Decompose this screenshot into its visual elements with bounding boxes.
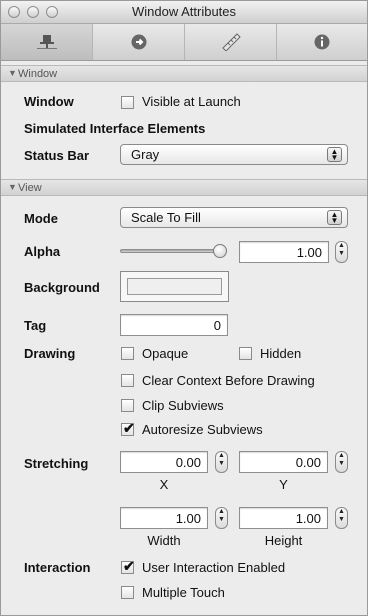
title-bar[interactable]: Window Attributes bbox=[1, 1, 367, 24]
stretch-width-caption: Width bbox=[147, 533, 181, 548]
tab-attributes[interactable] bbox=[1, 24, 93, 60]
stretch-width-stepper[interactable]: ▲ ▼ bbox=[215, 507, 228, 529]
opaque-label: Opaque bbox=[142, 346, 189, 361]
tag-field[interactable]: 0 bbox=[120, 314, 228, 336]
simulated-elements-heading: Simulated Interface Elements bbox=[24, 121, 206, 136]
disclosure-triangle-icon: ▼ bbox=[8, 68, 17, 78]
stretch-height-caption: Height bbox=[264, 533, 303, 548]
popup-arrows-icon: ▲ ▼ bbox=[327, 210, 342, 225]
stretch-width-value: 1.00 bbox=[175, 511, 201, 526]
autoresize-subviews-label: Autoresize Subviews bbox=[142, 422, 263, 437]
hidden-checkbox[interactable] bbox=[239, 347, 252, 360]
clear-context-checkbox[interactable] bbox=[121, 374, 134, 387]
background-color-well[interactable] bbox=[120, 271, 229, 302]
info-icon bbox=[314, 34, 330, 50]
popup-arrows-icon: ▲ ▼ bbox=[327, 147, 342, 162]
visible-at-launch-label: Visible at Launch bbox=[142, 94, 241, 109]
multiple-touch-checkbox[interactable] bbox=[121, 586, 134, 599]
user-interaction-label: User Interaction Enabled bbox=[142, 560, 286, 575]
alpha-slider-knob[interactable] bbox=[213, 244, 227, 258]
inspector-tabs bbox=[1, 24, 367, 61]
disclosure-triangle-icon: ▼ bbox=[8, 182, 17, 192]
stretch-x-caption: X bbox=[159, 477, 169, 492]
stretch-y-value: 0.00 bbox=[295, 455, 321, 470]
stretch-y-caption: Y bbox=[279, 477, 288, 492]
stretch-x-stepper[interactable]: ▲ ▼ bbox=[215, 451, 228, 473]
alpha-value: 1.00 bbox=[296, 245, 322, 260]
stretch-y-stepper[interactable]: ▲ ▼ bbox=[335, 451, 348, 473]
window-section-header[interactable]: ▼ Window bbox=[1, 65, 367, 82]
window-label: Window bbox=[24, 94, 74, 109]
background-label: Background bbox=[24, 280, 100, 295]
stretch-x-field[interactable]: 0.00 bbox=[120, 451, 208, 473]
alpha-field[interactable]: 1.00 bbox=[239, 241, 329, 263]
status-bar-popup[interactable]: Gray ▲ ▼ bbox=[120, 144, 348, 165]
drawing-label: Drawing bbox=[24, 346, 76, 361]
interaction-label: Interaction bbox=[24, 560, 91, 575]
alpha-stepper[interactable]: ▲ ▼ bbox=[335, 241, 348, 263]
status-bar-label: Status Bar bbox=[24, 148, 90, 163]
hidden-label: Hidden bbox=[260, 346, 302, 361]
inspector-window: Window Attributes ▼ Window Window Visibl… bbox=[0, 0, 368, 616]
autoresize-subviews-checkbox[interactable]: ✔ bbox=[121, 420, 135, 436]
user-interaction-checkbox[interactable]: ✔ bbox=[121, 558, 135, 574]
checkmark-icon: ✔ bbox=[123, 420, 135, 436]
status-bar-value: Gray bbox=[131, 147, 160, 162]
size-ruler-icon bbox=[221, 33, 241, 51]
stretch-height-value: 1.00 bbox=[295, 511, 321, 526]
multiple-touch-label: Multiple Touch bbox=[142, 585, 225, 600]
visible-at-launch-checkbox[interactable] bbox=[121, 96, 134, 109]
stretching-label: Stretching bbox=[24, 456, 89, 471]
checkmark-icon: ✔ bbox=[123, 558, 135, 574]
clip-subviews-checkbox[interactable] bbox=[121, 399, 134, 412]
section-title: View bbox=[18, 182, 42, 194]
tag-label: Tag bbox=[24, 318, 47, 333]
view-section-header[interactable]: ▼ View bbox=[1, 179, 367, 196]
mode-popup[interactable]: Scale To Fill ▲ ▼ bbox=[120, 207, 348, 228]
stretch-height-stepper[interactable]: ▲ ▼ bbox=[335, 507, 348, 529]
stretch-width-field[interactable]: 1.00 bbox=[120, 507, 208, 529]
window-title: Window Attributes bbox=[131, 4, 237, 19]
tab-identity[interactable] bbox=[277, 24, 367, 60]
mode-label: Mode bbox=[24, 211, 58, 226]
stretch-x-value: 0.00 bbox=[175, 455, 201, 470]
clip-subviews-label: Clip Subviews bbox=[142, 398, 224, 413]
stretch-height-field[interactable]: 1.00 bbox=[239, 507, 328, 529]
opaque-checkbox[interactable] bbox=[121, 347, 134, 360]
tag-value: 0 bbox=[213, 318, 221, 333]
tab-size[interactable] bbox=[185, 24, 277, 60]
clear-context-label: Clear Context Before Drawing bbox=[142, 373, 315, 388]
stretch-y-field[interactable]: 0.00 bbox=[239, 451, 328, 473]
tab-connections[interactable] bbox=[93, 24, 185, 60]
alpha-label: Alpha bbox=[24, 244, 61, 259]
mode-value: Scale To Fill bbox=[131, 210, 201, 225]
alpha-slider-track[interactable] bbox=[120, 249, 227, 253]
attributes-icon bbox=[36, 35, 57, 49]
connections-icon bbox=[131, 34, 146, 50]
section-title: Window bbox=[18, 68, 58, 80]
